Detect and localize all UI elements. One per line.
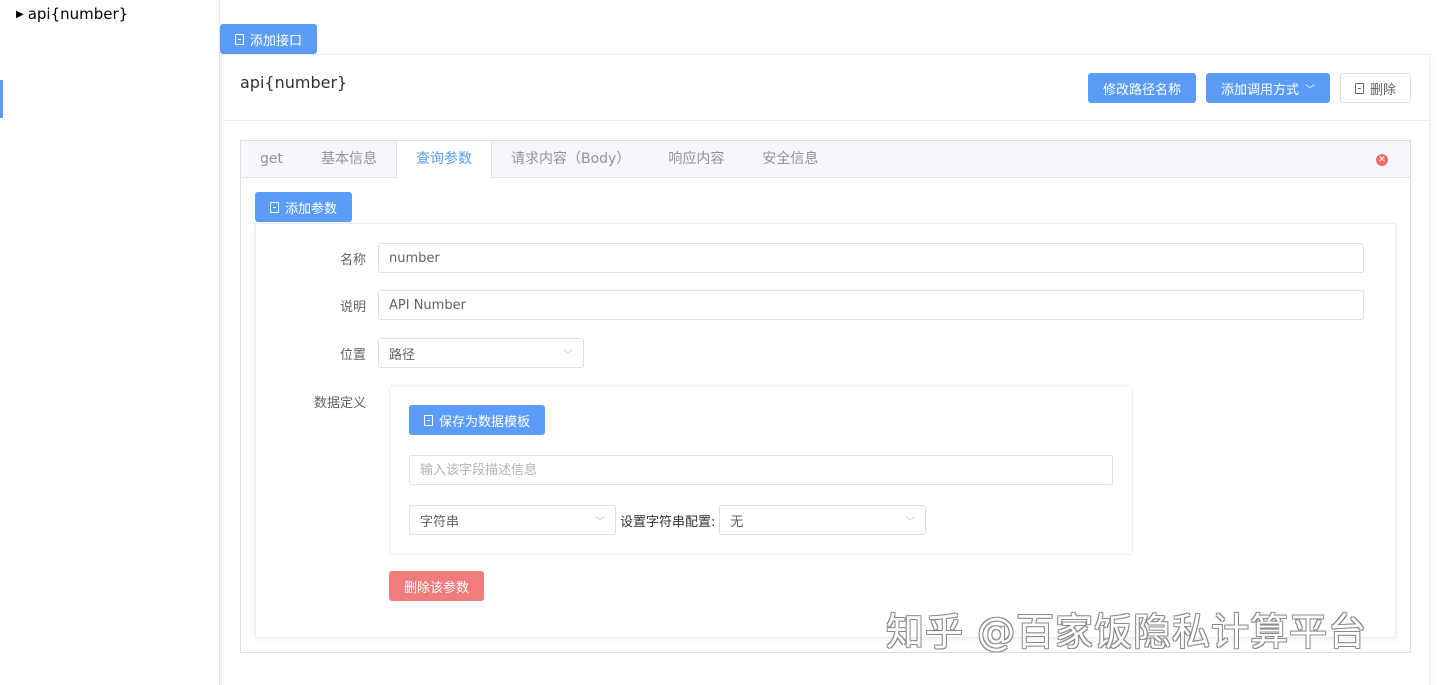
type-config-row: 字符串 ﹀ 设置字符串配置: 无 ﹀ xyxy=(409,505,927,535)
tab-request-body[interactable]: 请求内容（Body） xyxy=(492,141,649,177)
rename-path-label: 修改路径名称 xyxy=(1102,82,1181,98)
chevron-down-icon: ﹀ xyxy=(595,516,605,528)
delete-param-label: 删除该参数 xyxy=(404,580,470,596)
tab-query-params[interactable]: 查询参数 xyxy=(396,141,492,179)
add-api-button[interactable]: 添加接口 xyxy=(220,24,318,54)
add-method-label: 添加调用方式 xyxy=(1220,82,1299,98)
close-icon[interactable]: ✕ xyxy=(1376,154,1388,166)
tab-response[interactable]: 响应内容 xyxy=(649,141,743,177)
watermark-text: 知乎 @百家饭隐私计算平台 xyxy=(886,610,1368,654)
method-tabs-card: get 基本信息 查询参数 请求内容（Body） 响应内容 安全信息 ✕ 添加参… xyxy=(240,140,1411,653)
sidebar-resize-handle[interactable] xyxy=(0,80,3,118)
tree-node-label[interactable]: api{number} xyxy=(28,5,129,23)
data-definition-box: 保存为数据模板 字符串 ﹀ 设置字符串配置: 无 ﹀ xyxy=(389,385,1133,555)
param-name-input[interactable] xyxy=(378,243,1364,273)
delete-path-label: 删除 xyxy=(1369,82,1396,98)
chevron-down-icon: ﹀ xyxy=(905,516,916,528)
field-type-select[interactable]: 字符串 ﹀ xyxy=(409,505,616,535)
param-name-row: 名称 xyxy=(256,243,1364,273)
string-config-select[interactable]: 无 ﹀ xyxy=(719,505,927,535)
param-desc-row: 说明 xyxy=(256,290,1364,320)
delete-param-button[interactable]: 删除该参数 xyxy=(389,571,485,601)
param-position-row: 位置 路径 ﹀ xyxy=(256,338,584,368)
param-name-label: 名称 xyxy=(339,252,366,268)
document-icon xyxy=(1354,82,1364,94)
tab-basic-info[interactable]: 基本信息 xyxy=(302,141,396,177)
data-def-label: 数据定义 xyxy=(313,396,366,411)
field-description-input[interactable] xyxy=(409,455,1113,485)
chevron-down-icon: ﹀ xyxy=(1304,84,1315,96)
api-tree-sidebar: ▶ api{number} xyxy=(0,0,220,685)
add-api-label: 添加接口 xyxy=(250,33,303,49)
save-template-button[interactable]: 保存为数据模板 xyxy=(409,405,546,435)
param-position-select[interactable]: 路径 ﹀ xyxy=(378,338,584,368)
api-panel-header: api{number} 修改路径名称 添加调用方式 ﹀ 删除 xyxy=(222,55,1429,121)
tab-security[interactable]: 安全信息 xyxy=(743,141,837,177)
document-icon xyxy=(235,33,244,45)
string-config-label: 设置字符串配置: xyxy=(620,514,716,530)
param-card: 名称 说明 位置 路径 ﹀ 数据定义 保存为数据模板 xyxy=(255,223,1396,638)
delete-path-button[interactable]: 删除 xyxy=(1339,73,1411,103)
document-icon xyxy=(424,414,433,426)
api-path-title: api{number} xyxy=(240,73,348,92)
string-config-value: 无 xyxy=(730,514,744,530)
add-method-dropdown-button[interactable]: 添加调用方式 ﹀ xyxy=(1205,73,1330,103)
add-param-button[interactable]: 添加参数 xyxy=(255,192,353,222)
tab-bar: get 基本信息 查询参数 请求内容（Body） 响应内容 安全信息 ✕ xyxy=(241,141,1410,179)
chevron-down-icon: ﹀ xyxy=(563,349,573,361)
data-def-row: 数据定义 xyxy=(256,392,378,411)
param-position-label: 位置 xyxy=(339,347,366,363)
tree-node-api[interactable]: ▶ api{number} xyxy=(16,5,128,23)
panel-actions: 修改路径名称 添加调用方式 ﹀ 删除 xyxy=(1087,73,1411,103)
caret-right-icon[interactable]: ▶ xyxy=(16,9,24,20)
param-desc-label: 说明 xyxy=(339,299,366,315)
rename-path-button[interactable]: 修改路径名称 xyxy=(1087,73,1196,103)
field-type-value: 字符串 xyxy=(420,514,460,530)
add-param-label: 添加参数 xyxy=(285,201,338,217)
api-panel: api{number} 修改路径名称 添加调用方式 ﹀ 删除 get 基本信息 … xyxy=(221,54,1430,685)
param-position-value: 路径 xyxy=(389,347,416,363)
tab-get[interactable]: get xyxy=(241,141,302,177)
save-template-label: 保存为数据模板 xyxy=(439,414,531,430)
param-desc-input[interactable] xyxy=(378,290,1364,320)
document-icon xyxy=(270,201,279,213)
